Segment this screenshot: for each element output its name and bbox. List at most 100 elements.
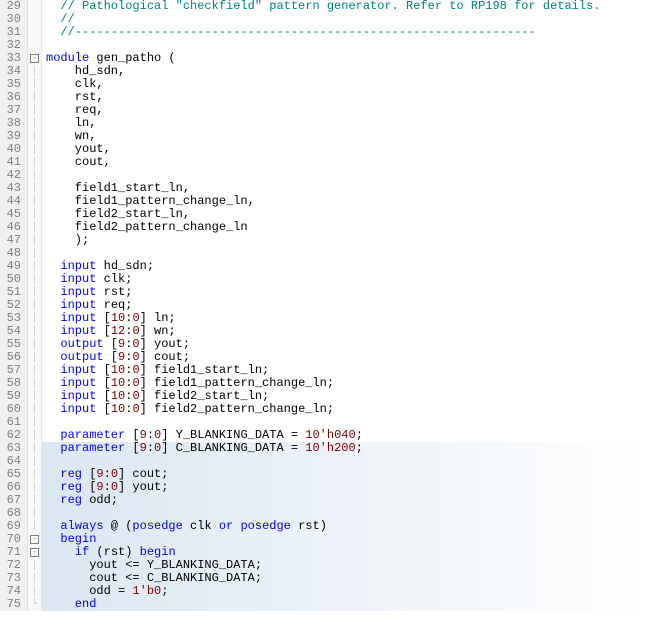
fold-guide-icon: │	[32, 131, 37, 141]
fold-guide-icon: │	[32, 482, 37, 492]
token: 10'h200	[305, 441, 355, 455]
token: (rst)	[89, 545, 139, 559]
fold-gutter	[28, 26, 42, 39]
fold-end-icon: └	[32, 599, 37, 609]
fold-gutter	[28, 0, 42, 13]
token: gen_patho (	[89, 51, 175, 65]
fold-guide-icon: │	[32, 183, 37, 193]
code-line[interactable]: 47│ );	[0, 234, 648, 247]
fold-collapse-icon[interactable]: -	[30, 535, 39, 544]
fold-guide-icon: │	[32, 157, 37, 167]
fold-gutter[interactable]: -	[28, 546, 42, 559]
token: ] C_BLANKING_DATA =	[161, 441, 305, 455]
token: posedge	[240, 519, 290, 533]
fold-guide-icon: │	[32, 235, 37, 245]
code-line[interactable]: 75└ end	[0, 598, 648, 611]
token: input	[46, 376, 96, 390]
code-text[interactable]: //--------------------------------------…	[42, 26, 536, 39]
fold-gutter[interactable]: -	[28, 533, 42, 546]
token: req,	[46, 103, 104, 117]
token: rst;	[96, 285, 132, 299]
fold-gutter: │	[28, 234, 42, 247]
code-line[interactable]: 29 // Pathological "checkfield" pattern …	[0, 0, 648, 13]
fold-gutter: │	[28, 416, 42, 429]
fold-guide-icon: │	[32, 508, 37, 518]
token: input	[46, 272, 96, 286]
fold-guide-icon: │	[32, 300, 37, 310]
fold-guide-icon: │	[32, 352, 37, 362]
fold-gutter: │	[28, 351, 42, 364]
fold-gutter: │	[28, 585, 42, 598]
code-line[interactable]: 67│ reg odd;	[0, 494, 648, 507]
token: [	[96, 311, 110, 325]
fold-gutter[interactable]: -	[28, 52, 42, 65]
code-line[interactable]: 46│ field2_pattern_change_ln	[0, 221, 648, 234]
fold-guide-icon: │	[32, 92, 37, 102]
token: posedge	[132, 519, 182, 533]
fold-guide-icon: │	[32, 79, 37, 89]
fold-gutter: └	[28, 598, 42, 611]
token: 1'b0	[132, 584, 161, 598]
token: [	[96, 324, 110, 338]
code-text[interactable]: cout,	[42, 156, 111, 169]
fold-guide-icon: │	[32, 417, 37, 427]
fold-gutter: │	[28, 494, 42, 507]
code-line[interactable]: 38│ ln,	[0, 117, 648, 130]
code-text[interactable]: reg odd;	[42, 494, 118, 507]
fold-guide-icon: │	[32, 391, 37, 401]
token: ] yout;	[118, 480, 168, 494]
fold-gutter: │	[28, 117, 42, 130]
token: input	[46, 311, 96, 325]
fold-gutter: │	[28, 312, 42, 325]
fold-gutter: │	[28, 247, 42, 260]
token: cout,	[46, 155, 111, 169]
token: input	[46, 363, 96, 377]
token: :	[147, 441, 154, 455]
code-line[interactable]: 41│ cout,	[0, 156, 648, 169]
fold-guide-icon: │	[32, 170, 37, 180]
fold-gutter: │	[28, 208, 42, 221]
code-line[interactable]: 74│ odd = 1'b0;	[0, 585, 648, 598]
token: field1_start_ln,	[46, 181, 190, 195]
code-text[interactable]: );	[42, 234, 89, 247]
code-text[interactable]: input [10:0] field2_pattern_change_ln;	[42, 403, 334, 416]
fold-gutter: │	[28, 377, 42, 390]
code-line[interactable]: 60│ input [10:0] field2_pattern_change_l…	[0, 403, 648, 416]
fold-guide-icon: │	[32, 378, 37, 388]
token: //--------------------------------------…	[46, 25, 536, 39]
fold-gutter: │	[28, 442, 42, 455]
code-text[interactable]: // Pathological "checkfield" pattern gen…	[42, 0, 601, 13]
token: @ (	[104, 519, 133, 533]
fold-guide-icon: │	[32, 365, 37, 375]
fold-collapse-icon[interactable]: -	[30, 548, 39, 557]
token: hd_sdn,	[46, 64, 125, 78]
token: ] ln;	[140, 311, 176, 325]
fold-guide-icon: │	[32, 521, 37, 531]
token: 9	[96, 467, 103, 481]
fold-collapse-icon[interactable]: -	[30, 54, 39, 63]
fold-gutter: │	[28, 520, 42, 533]
token: ln,	[46, 116, 96, 130]
token: rst,	[46, 90, 104, 104]
token: if	[46, 545, 89, 559]
token: ] field1_start_ln;	[140, 363, 270, 377]
fold-guide-icon: │	[32, 66, 37, 76]
token: 0	[111, 480, 118, 494]
code-line[interactable]: 31 //-----------------------------------…	[0, 26, 648, 39]
token: ] field2_start_ln;	[140, 389, 270, 403]
code-line[interactable]: 37│ req,	[0, 104, 648, 117]
token: [	[82, 480, 96, 494]
token: ] field2_pattern_change_ln;	[140, 402, 334, 416]
fold-guide-icon: │	[32, 209, 37, 219]
token: or	[219, 519, 233, 533]
token: wn,	[46, 129, 96, 143]
code-line[interactable]: 69│ always @ (posedge clk or posedge rst…	[0, 520, 648, 533]
token: :	[147, 428, 154, 442]
token: ] yout;	[140, 337, 190, 351]
code-text[interactable]: parameter [9:0] C_BLANKING_DATA = 10'h20…	[42, 442, 363, 455]
code-editor[interactable]: 29 // Pathological "checkfield" pattern …	[0, 0, 648, 625]
token: ] Y_BLANKING_DATA =	[161, 428, 305, 442]
code-line[interactable]: 63│ parameter [9:0] C_BLANKING_DATA = 10…	[0, 442, 648, 455]
code-text[interactable]: end	[42, 598, 96, 611]
token: :	[104, 480, 111, 494]
